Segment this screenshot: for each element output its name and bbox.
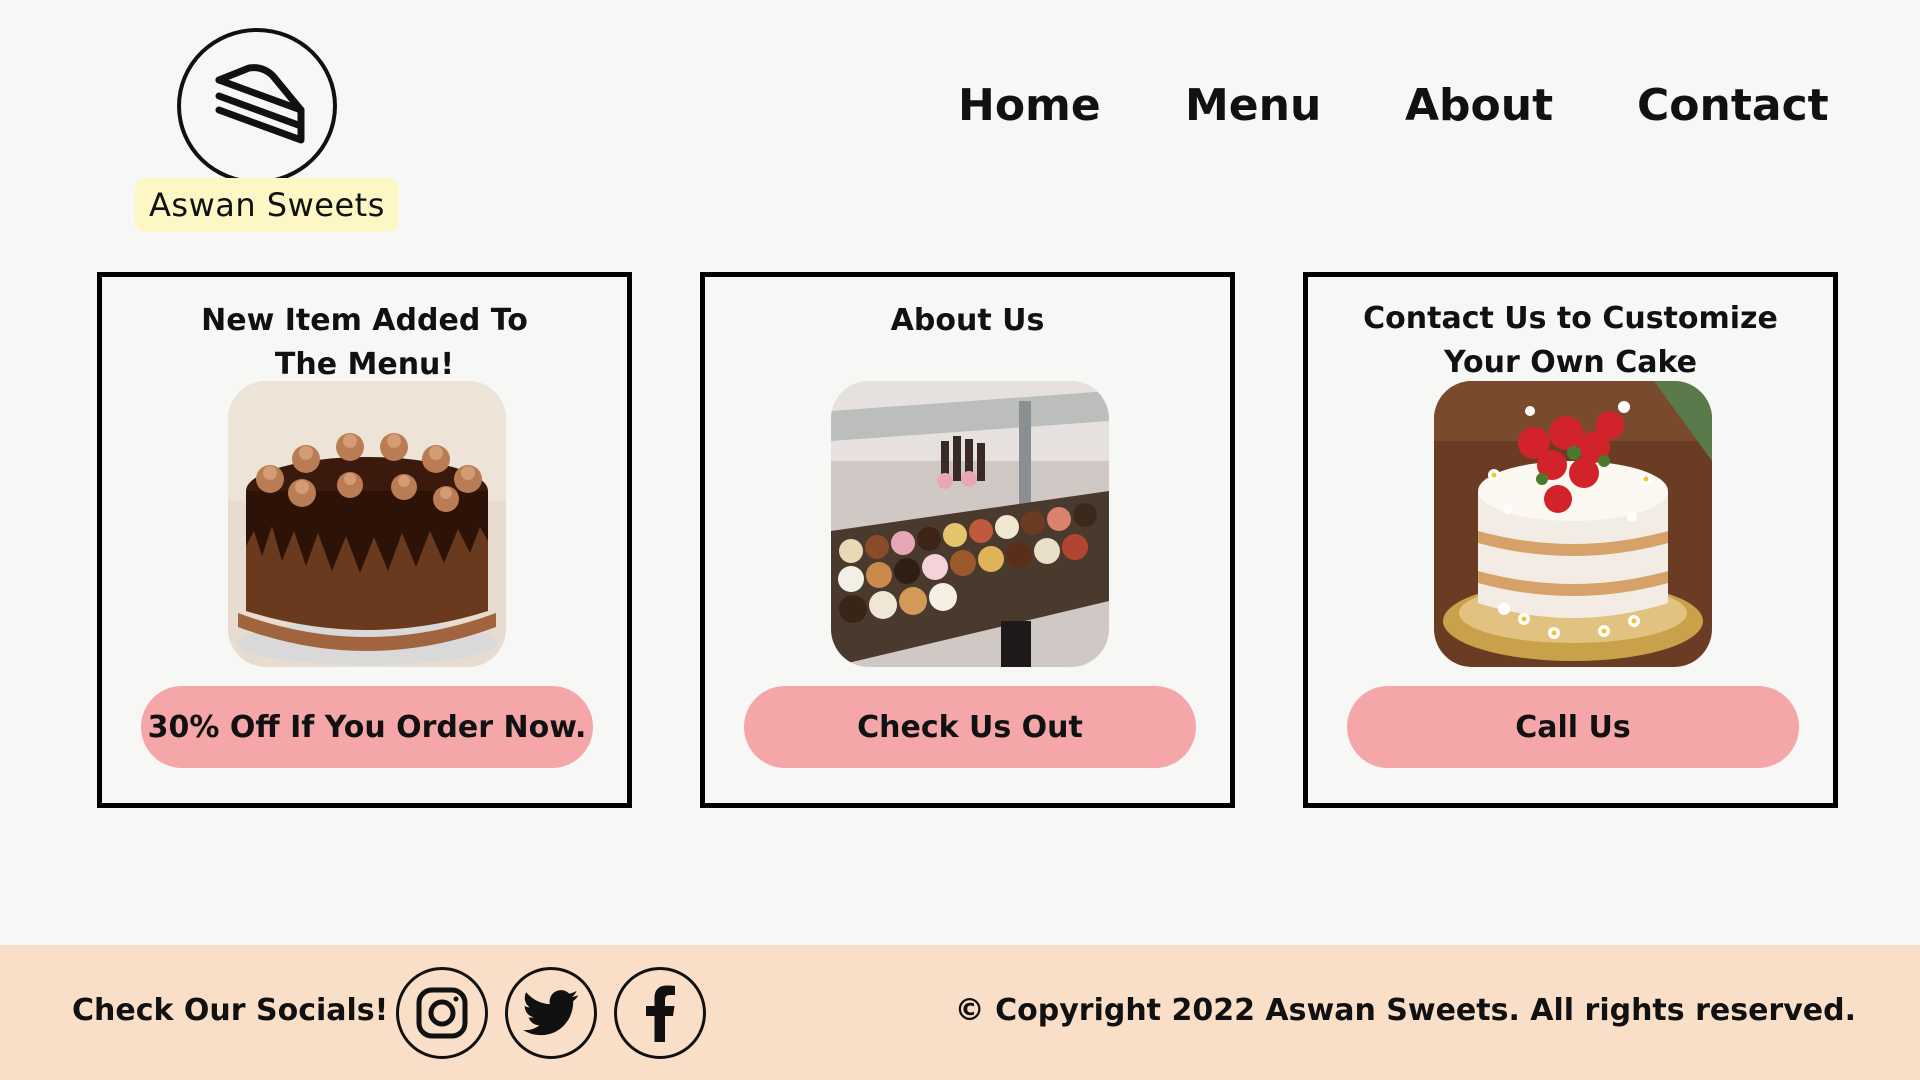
card-title-line: About Us: [890, 303, 1045, 338]
card-new-item: New Item Added To The Menu! 30% Off If Y…: [97, 272, 632, 808]
card-title-line: Contact Us to Customize: [1363, 301, 1778, 336]
card-title: New Item Added To The Menu!: [122, 299, 607, 387]
brand-name: Aswan Sweets: [135, 178, 399, 232]
footer: Check Our Socials! © Copyright 2022 Aswa…: [0, 945, 1920, 1080]
call-us-button[interactable]: Call Us: [1347, 686, 1799, 768]
strawberry-cake-image: [1434, 381, 1712, 667]
main-nav: Home Menu About Contact: [0, 80, 1920, 140]
card-title-line: Your Own Cake: [1444, 345, 1697, 380]
card-contact: Contact Us to Customize Your Own Cake Ca…: [1303, 272, 1838, 808]
card-about-us: About Us Check Us Out: [700, 272, 1235, 808]
copyright-text: © Copyright 2022 Aswan Sweets. All right…: [954, 993, 1856, 1028]
chocolate-cake-image: [228, 381, 506, 667]
nav-about[interactable]: About: [1405, 80, 1553, 131]
card-title: Contact Us to Customize Your Own Cake: [1328, 297, 1813, 385]
facebook-icon[interactable]: [614, 967, 706, 1059]
instagram-icon[interactable]: [396, 967, 488, 1059]
twitter-icon[interactable]: [505, 967, 597, 1059]
check-us-out-button[interactable]: Check Us Out: [744, 686, 1196, 768]
socials-label: Check Our Socials!: [72, 993, 389, 1028]
order-now-button[interactable]: 30% Off If You Order Now.: [141, 686, 593, 768]
bakery-display-image: [831, 381, 1109, 667]
card-title-line: New Item Added To: [201, 303, 528, 338]
card-title: About Us: [725, 299, 1210, 343]
nav-home[interactable]: Home: [958, 80, 1101, 131]
nav-contact[interactable]: Contact: [1637, 80, 1829, 131]
nav-menu[interactable]: Menu: [1185, 80, 1321, 131]
